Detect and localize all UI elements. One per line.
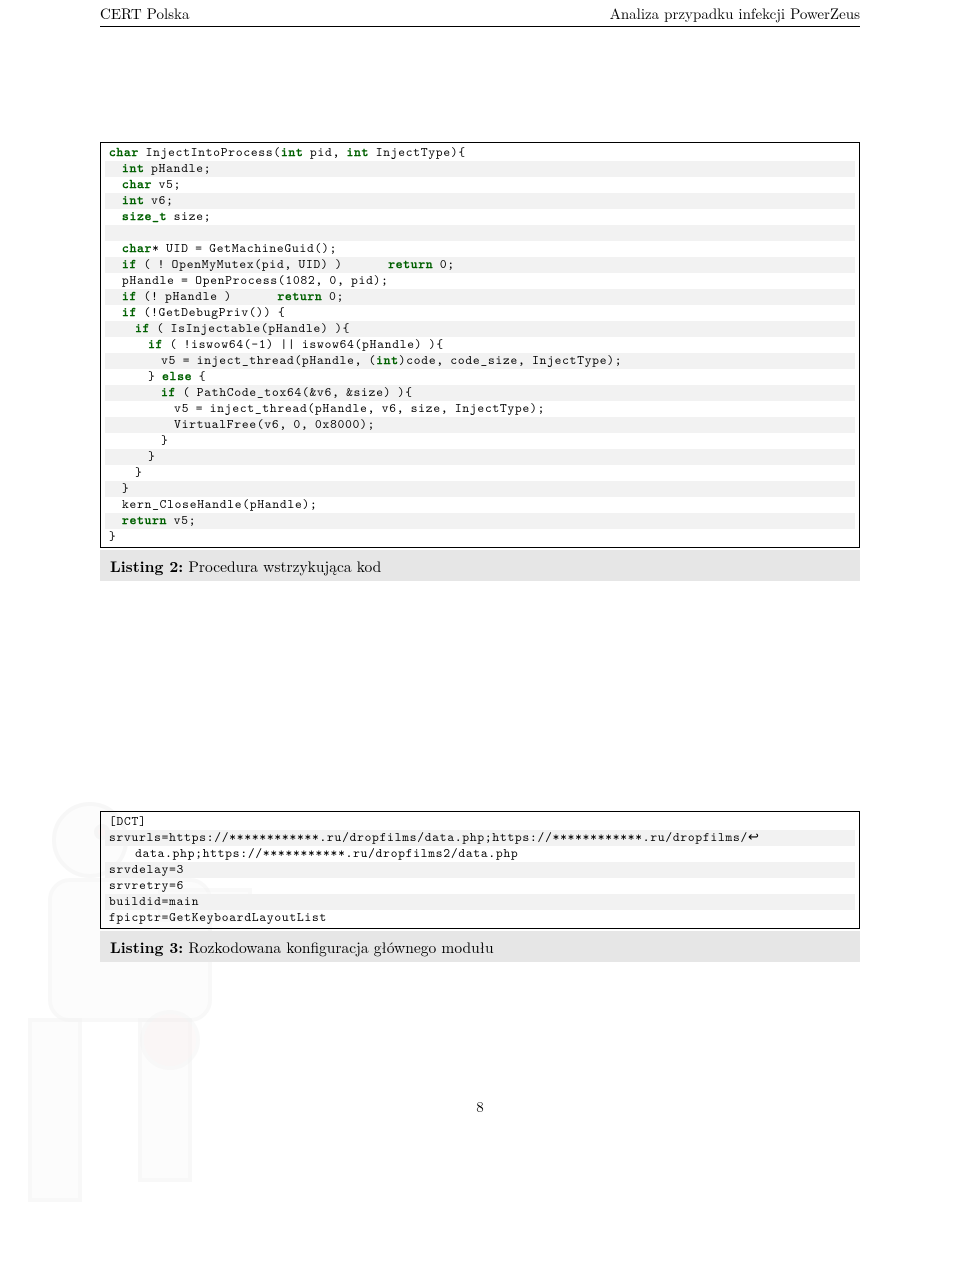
code-line: size_t size; (105, 209, 855, 225)
listing-3-caption: Listing 3: Rozkodowana konfiguracja głów… (100, 931, 860, 962)
code-line: if ( ! OpenMyMutex(pid, UID) ) return 0; (105, 257, 855, 273)
listing-2-code: char InjectIntoProcess(int pid, int Inje… (100, 142, 860, 548)
code-line: if (!GetDebugPriv()) { (105, 305, 855, 321)
code-line: fpicptr=GetKeyboardLayoutList (105, 910, 855, 926)
listing-2-text: Procedura wstrzykująca kod (188, 556, 381, 577)
code-line: return v5; (105, 513, 855, 529)
code-line: if ( IsInjectable(pHandle) ){ (105, 321, 855, 337)
code-line: kern_CloseHandle(pHandle); (105, 497, 855, 513)
code-line: } else { (105, 369, 855, 385)
listing-2-label: Listing 2: (110, 554, 183, 577)
header-left: CERT Polska (100, 3, 189, 24)
code-line: char v5; (105, 177, 855, 193)
code-line: v5 = inject_thread(pHandle, (int)code, c… (105, 353, 855, 369)
code-line: } (105, 529, 855, 545)
code-line: int pHandle; (105, 161, 855, 177)
listing-3-code: [DCT]srvurls=https://************.ru/dro… (100, 811, 860, 929)
code-line: v5 = inject_thread(pHandle, v6, size, In… (105, 401, 855, 417)
code-line: pHandle = OpenProcess(1082, 0, pid); (105, 273, 855, 289)
code-line: VirtualFree(v6, 0, 0x8000); (105, 417, 855, 433)
header-right: Analiza przypadku infekcji PowerZeus (610, 3, 860, 24)
code-line: char* UID = GetMachineGuid(); (105, 241, 855, 257)
code-line: if ( PathCode_tox64(&v6, &size) ){ (105, 385, 855, 401)
code-line: srvurls=https://************.ru/dropfilm… (105, 830, 855, 846)
code-line: } (105, 465, 855, 481)
code-line: if ( !iswow64(-1) || iswow64(pHandle) ){ (105, 337, 855, 353)
listing-2-caption: Listing 2: Procedura wstrzykująca kod (100, 550, 860, 581)
listing-3-text: Rozkodowana konfiguracja głównego modułu (188, 937, 493, 958)
code-line: } (105, 481, 855, 497)
code-line: } (105, 449, 855, 465)
code-line: srvretry=6 (105, 878, 855, 894)
code-line: char InjectIntoProcess(int pid, int Inje… (105, 145, 855, 161)
code-line: if (! pHandle ) return 0; (105, 289, 855, 305)
page-number: 8 (0, 1096, 960, 1117)
code-line: } (105, 433, 855, 449)
page-header: CERT Polska Analiza przypadku infekcji P… (100, 0, 860, 27)
code-line (105, 225, 855, 241)
code-line: data.php;https://***********.ru/dropfilm… (105, 846, 855, 862)
code-line: int v6; (105, 193, 855, 209)
code-line: srvdelay=3 (105, 862, 855, 878)
code-line: buildid=main (105, 894, 855, 910)
listing-3-label: Listing 3: (110, 935, 183, 958)
code-line: [DCT] (105, 814, 855, 830)
